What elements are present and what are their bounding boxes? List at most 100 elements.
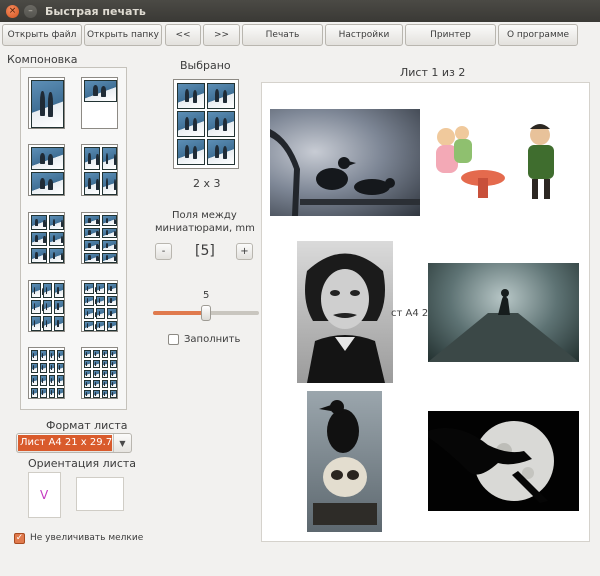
fill-checkbox[interactable] [168,334,179,345]
mini-photo [84,215,100,226]
mini-photo [31,231,47,247]
title-bar: × – Быстрая печать [0,0,600,22]
raven-skull-icon [313,400,377,525]
print-preview-sheet: ст А4 2 [261,82,590,542]
mini-photo [110,360,117,368]
layout-option-4x5[interactable] [81,347,118,399]
slider-fill [153,311,206,315]
mini-photo [48,215,64,230]
prev-button[interactable]: << [165,24,201,46]
next-button[interactable]: >> [203,24,240,46]
mini-photo [207,139,235,165]
printer-button[interactable]: Принтер [405,24,496,46]
mini-photo [57,375,64,386]
selected-layout-preview [173,79,239,169]
mini-photo [57,387,64,398]
layout-option-2x2[interactable] [81,144,118,196]
mini-photo [48,387,56,398]
mini-photo [101,147,117,170]
street-figure-icon [428,289,579,362]
layout-option-1x2[interactable] [28,144,65,196]
mini-photo [110,370,117,378]
sheet-format-value: Лист А4 21 x 29.7 [18,435,112,451]
mini-photo [48,248,64,263]
no-upscale-checkbox[interactable]: ✓ [14,533,25,544]
minimize-icon[interactable]: – [24,4,37,18]
mini-photo [107,283,117,294]
mini-photo [207,83,235,109]
sheet-format-select[interactable]: Лист А4 21 x 29.7 ▼ [16,433,132,453]
mini-photo [31,147,64,170]
sheet-overlay-text: ст А4 2 [391,308,429,319]
mini-photo [31,248,47,263]
orientation-landscape[interactable] [76,477,124,511]
mini-photo [101,227,117,238]
mini-photo [84,283,94,294]
mini-photo [92,350,100,358]
mini-photo [31,350,38,361]
close-icon[interactable]: × [6,4,19,18]
selected-grid-label: 2 x 3 [193,177,221,190]
mini-photo [177,139,205,165]
mini-photo [54,316,64,331]
portrait-face-icon [305,253,385,383]
open-file-button[interactable]: Открыть файл [2,24,82,46]
layout-option-4x4[interactable] [28,347,65,399]
layout-option-2x4[interactable] [81,212,118,264]
window-title: Быстрая печать [45,4,146,18]
layout-option-2x3[interactable] [28,212,65,264]
mini-photo [110,350,117,358]
mini-photo [92,370,100,378]
portrait-mark-icon: V [40,488,49,502]
mini-photo [84,80,117,102]
slider-value-label: 5 [203,290,210,301]
mini-photo [95,320,106,331]
mini-photo [31,375,38,386]
mini-photo [107,320,117,331]
mini-photo [84,172,100,195]
mini-photo [42,283,53,298]
layout-thumbnail-list[interactable] [20,67,127,410]
mini-photo [42,299,53,315]
mini-photo [84,295,94,306]
mini-photo [57,362,64,373]
mini-photo [84,360,91,368]
mini-photo [84,252,100,263]
layout-option-3x3[interactable] [28,280,65,332]
mini-photo [101,252,117,263]
mini-photo [54,299,64,315]
mini-photo [31,387,38,398]
mini-photo [39,362,47,373]
spacing-minus-button[interactable]: - [155,243,172,260]
mini-photo [101,350,109,358]
mini-photo [48,362,56,373]
photo-cartoon-characters [428,123,578,203]
mini-photo [48,231,64,247]
orientation-portrait[interactable]: V [28,472,61,518]
photo-raven-moon [428,411,579,511]
moon-raven-icon [428,421,554,503]
mini-photo [95,308,106,319]
mini-photo [101,390,109,398]
fill-label: Заполнить [184,334,241,345]
chevron-down-icon[interactable]: ▼ [113,434,131,452]
print-button[interactable]: Печать [242,24,323,46]
mini-photo [107,308,117,319]
settings-button[interactable]: Настройки [325,24,403,46]
spacing-label-line1: Поля между [172,210,237,221]
mini-photo [107,295,117,306]
open-folder-button[interactable]: Открыть папку [84,24,162,46]
spacing-plus-button[interactable]: + [236,243,253,260]
layout-option-1x1[interactable] [28,77,65,129]
preview-page-title: Лист 1 из 2 [400,66,466,79]
mini-photo [31,172,64,195]
about-button[interactable]: О программе [498,24,578,46]
layout-option-3x4[interactable] [81,280,118,332]
layout-option-1x1-top[interactable] [81,77,118,129]
mini-photo [39,387,47,398]
mini-photo [101,360,109,368]
orientation-label: Ориентация листа [28,457,137,470]
mini-photo [31,80,64,128]
slider-thumb[interactable] [201,305,211,321]
mini-photo [92,390,100,398]
